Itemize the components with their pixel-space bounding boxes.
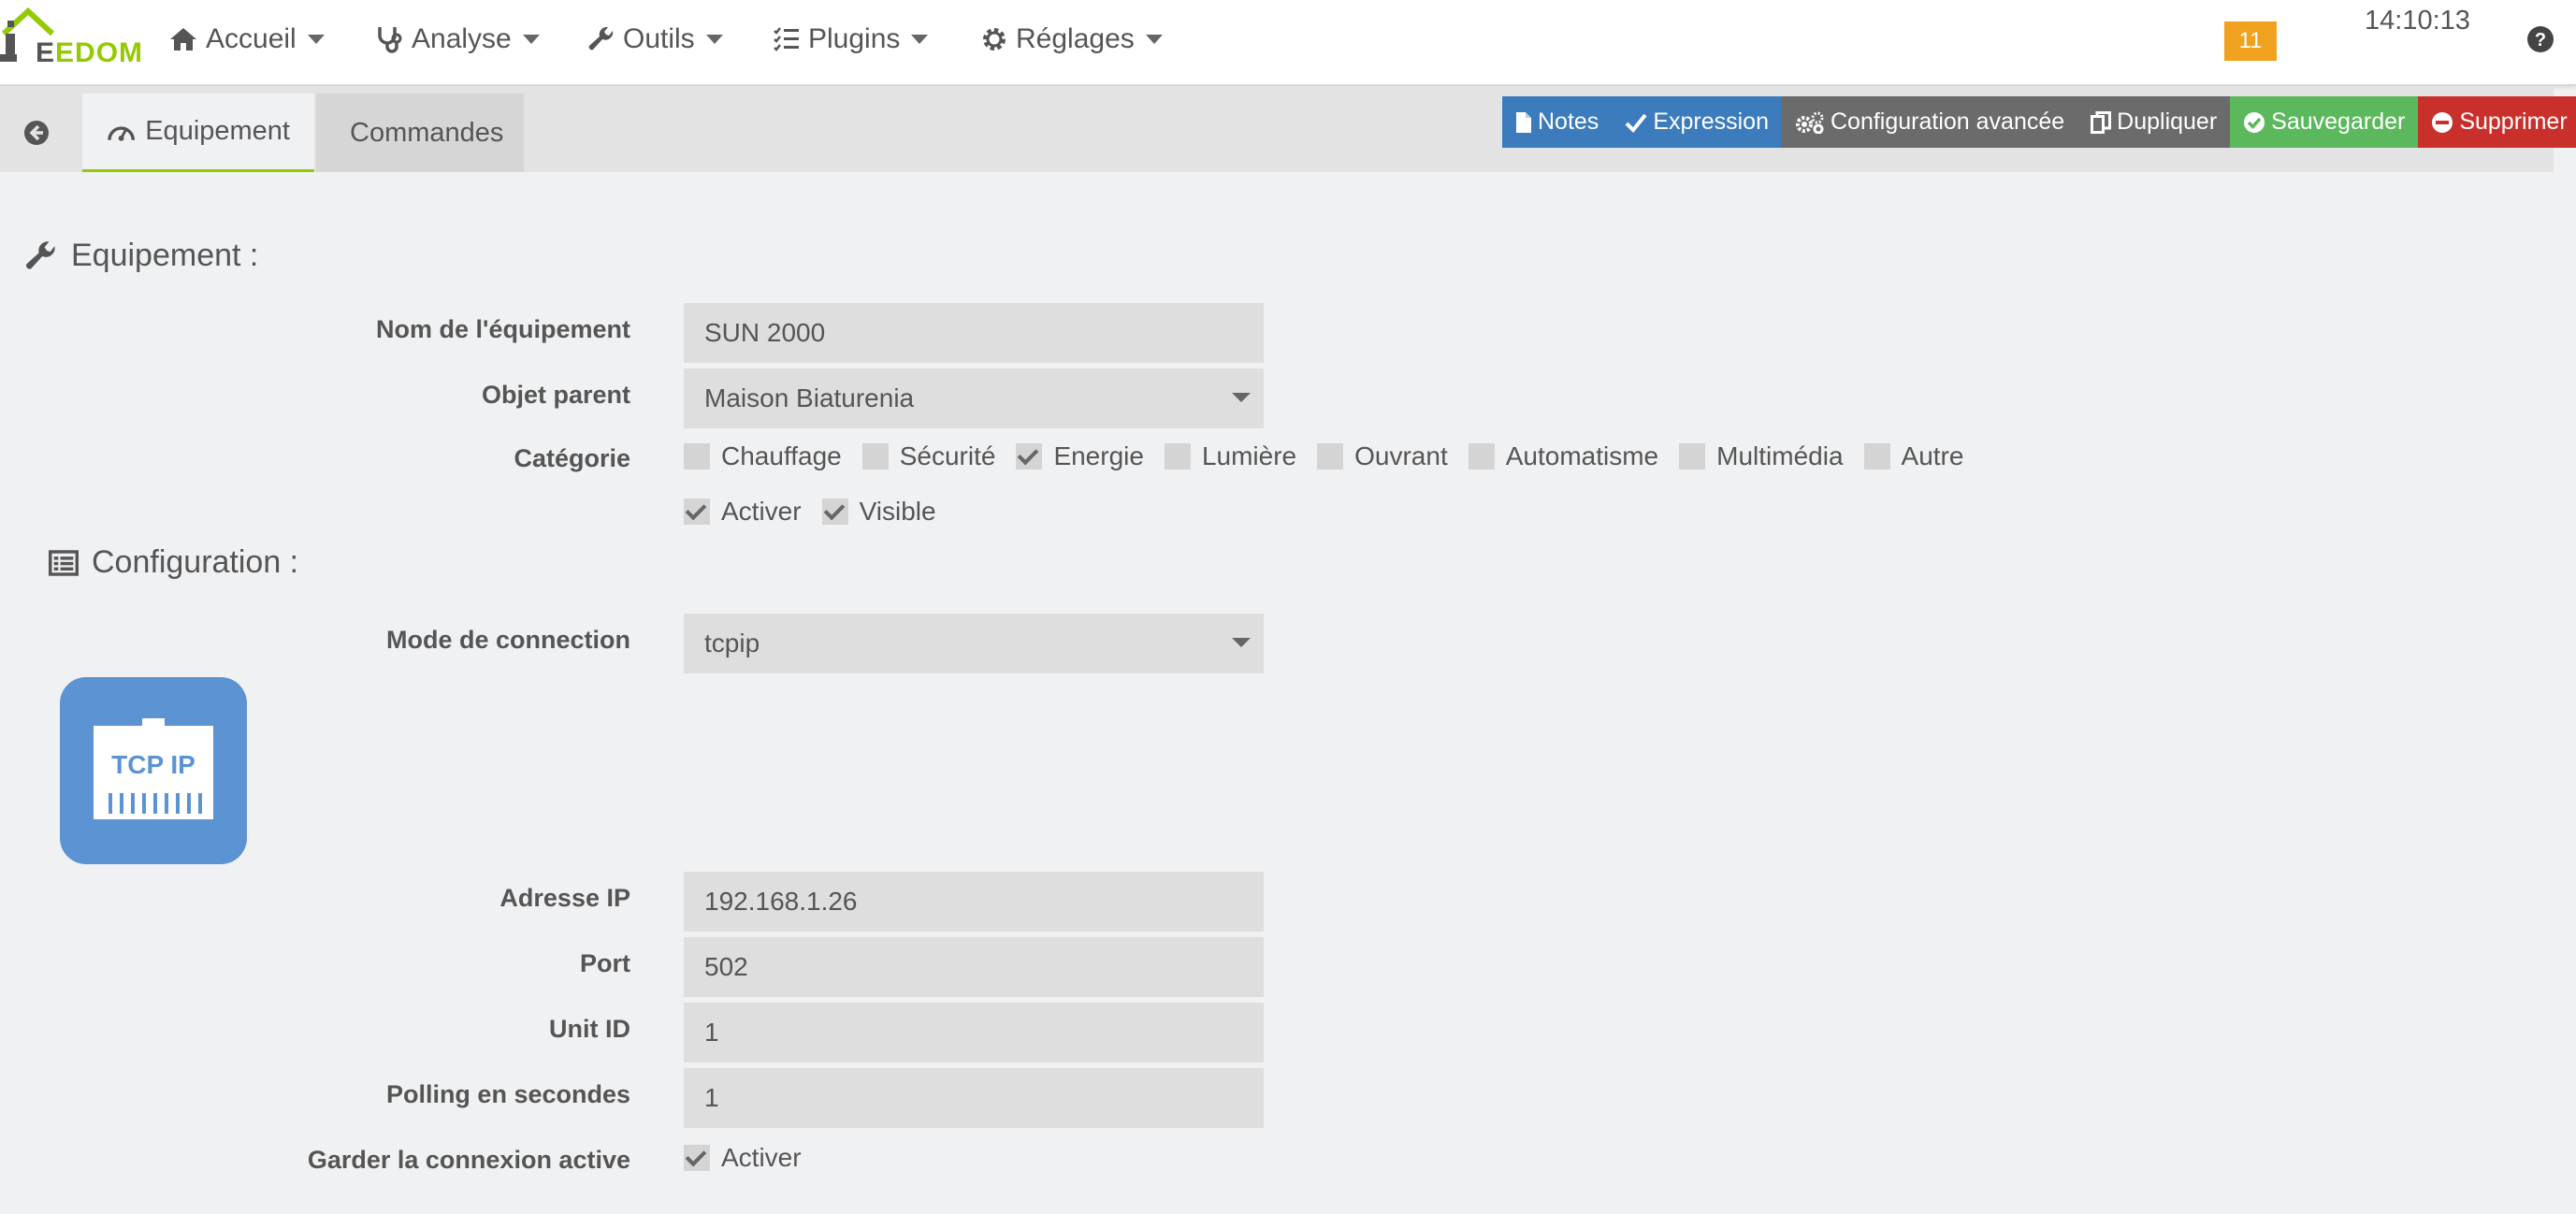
arrow-left-circle-icon xyxy=(24,121,49,145)
action-buttons: Notes Expression Configuration avancée D… xyxy=(1502,96,2576,148)
port-input[interactable] xyxy=(684,937,1264,997)
name-input[interactable] xyxy=(684,303,1264,363)
svg-text:?: ? xyxy=(2535,30,2546,51)
checkbox-box-checked xyxy=(1016,443,1043,470)
unit-id-input[interactable] xyxy=(684,1003,1264,1062)
notes-button[interactable]: Notes xyxy=(1502,96,1613,148)
tab-equipement[interactable]: Equipement xyxy=(82,94,314,172)
category-securite-checkbox[interactable]: Sécurité xyxy=(861,441,995,471)
checkbox-box xyxy=(1164,443,1191,470)
chevron-down-icon xyxy=(1145,35,1163,44)
parent-select-value: Maison Biaturenia xyxy=(704,383,915,412)
logo-text: EEDOM xyxy=(36,37,144,68)
checkbox-box xyxy=(684,443,710,470)
activer-checkbox[interactable]: Activer xyxy=(684,497,802,527)
tab-label: Commandes xyxy=(350,117,504,148)
expression-button[interactable]: Expression xyxy=(1612,96,1782,148)
checkbox-box xyxy=(861,443,889,470)
parent-label: Objet parent xyxy=(481,381,630,409)
gear-icon xyxy=(983,28,1006,51)
clock: 14:10:13 xyxy=(2365,6,2470,36)
port-label: Port xyxy=(580,949,630,977)
category-autre-checkbox[interactable]: Autre xyxy=(1863,441,1963,471)
chevron-down-icon xyxy=(1232,393,1251,402)
back-button[interactable] xyxy=(0,94,82,172)
delete-button[interactable]: Supprimer xyxy=(2418,96,2576,148)
menu-label: Réglages xyxy=(1016,23,1135,54)
list-check-icon xyxy=(774,27,799,51)
check-circle-icon xyxy=(2244,111,2265,133)
check-icon xyxy=(1625,113,1647,133)
notification-badge[interactable]: 11 xyxy=(2224,22,2277,61)
checkbox-box xyxy=(1317,443,1344,470)
checkbox-box-checked xyxy=(684,1145,710,1171)
category-checkboxes: Chauffage Sécurité Energie Lumière Ouvra… xyxy=(684,441,1984,471)
menu-analyse[interactable]: Analyse xyxy=(376,0,540,79)
tcp-ip-logo: TCP IP xyxy=(60,677,247,864)
category-energie-checkbox[interactable]: Energie xyxy=(1016,441,1144,471)
wrench-icon xyxy=(588,26,614,51)
help-icon[interactable]: ? xyxy=(2525,24,2555,59)
ip-label: Adresse IP xyxy=(499,884,630,912)
checkbox-box-checked xyxy=(684,499,710,525)
category-ouvrant-checkbox[interactable]: Ouvrant xyxy=(1317,441,1448,471)
home-icon xyxy=(170,28,196,51)
mode-select[interactable]: tcpip xyxy=(684,614,1264,673)
menu-outils[interactable]: Outils xyxy=(587,0,723,79)
minus-circle-icon xyxy=(2432,111,2453,133)
polling-input[interactable] xyxy=(684,1068,1264,1128)
menu-label: Analyse xyxy=(412,23,512,54)
name-label: Nom de l'équipement xyxy=(376,315,630,343)
polling-label: Polling en secondes xyxy=(385,1080,630,1108)
wrench-icon xyxy=(26,240,55,269)
category-automatisme-checkbox[interactable]: Automatisme xyxy=(1468,441,1658,471)
equipement-section-title: Equipement : xyxy=(24,238,258,274)
ip-input[interactable] xyxy=(684,872,1264,932)
advanced-config-button[interactable]: Configuration avancée xyxy=(1781,96,2078,148)
top-navbar: EEDOM Accueil Analyse Outils Plugins Rég… xyxy=(0,0,2576,86)
menu-label: Accueil xyxy=(206,23,297,54)
copy-icon xyxy=(2091,110,2112,134)
parent-select[interactable]: Maison Biaturenia xyxy=(684,369,1264,428)
tcp-logo-text: TCP IP xyxy=(111,750,195,779)
unit-id-label: Unit ID xyxy=(549,1015,630,1043)
checkbox-box-checked xyxy=(821,499,848,525)
menu-label: Outils xyxy=(623,23,695,54)
category-multimedia-checkbox[interactable]: Multimédia xyxy=(1679,441,1844,471)
gears-icon xyxy=(1795,111,1824,134)
menu-plugins[interactable]: Plugins xyxy=(773,0,929,79)
dashboard-icon xyxy=(108,125,135,141)
chevron-down-icon xyxy=(1232,638,1251,647)
tab-label: Equipement xyxy=(145,116,290,146)
keepalive-checkbox[interactable]: Activer xyxy=(684,1143,802,1173)
jeedom-logo[interactable]: EEDOM xyxy=(0,6,142,68)
configuration-section-title: Configuration : xyxy=(49,544,298,581)
chevron-down-icon xyxy=(911,35,929,44)
list-icon xyxy=(49,549,79,576)
checkbox-box xyxy=(1679,443,1706,470)
file-icon xyxy=(1516,111,1531,133)
mode-label: Mode de connection xyxy=(385,626,630,654)
checkbox-box xyxy=(1863,443,1890,470)
category-chauffage-checkbox[interactable]: Chauffage xyxy=(684,441,842,471)
save-button[interactable]: Sauvegarder xyxy=(2230,96,2419,148)
menu-reglages[interactable]: Réglages xyxy=(980,0,1163,79)
keepalive-label: Garder la connexion active xyxy=(307,1146,630,1174)
chevron-down-icon xyxy=(522,35,540,44)
chevron-down-icon xyxy=(705,35,723,44)
menu-accueil[interactable]: Accueil xyxy=(168,0,325,79)
category-lumiere-checkbox[interactable]: Lumière xyxy=(1164,441,1296,471)
mode-select-value: tcpip xyxy=(704,629,760,658)
tab-commandes[interactable]: Commandes xyxy=(316,94,524,172)
status-checkboxes: Activer Visible xyxy=(684,497,957,527)
duplicate-button[interactable]: Dupliquer xyxy=(2077,96,2231,148)
menu-label: Plugins xyxy=(808,23,901,54)
visible-checkbox[interactable]: Visible xyxy=(821,497,936,527)
keepalive-row: Activer xyxy=(684,1143,822,1173)
stethoscope-icon xyxy=(378,27,402,53)
chevron-down-icon xyxy=(307,35,325,44)
category-label: Catégorie xyxy=(514,444,630,472)
checkbox-box xyxy=(1468,443,1495,470)
